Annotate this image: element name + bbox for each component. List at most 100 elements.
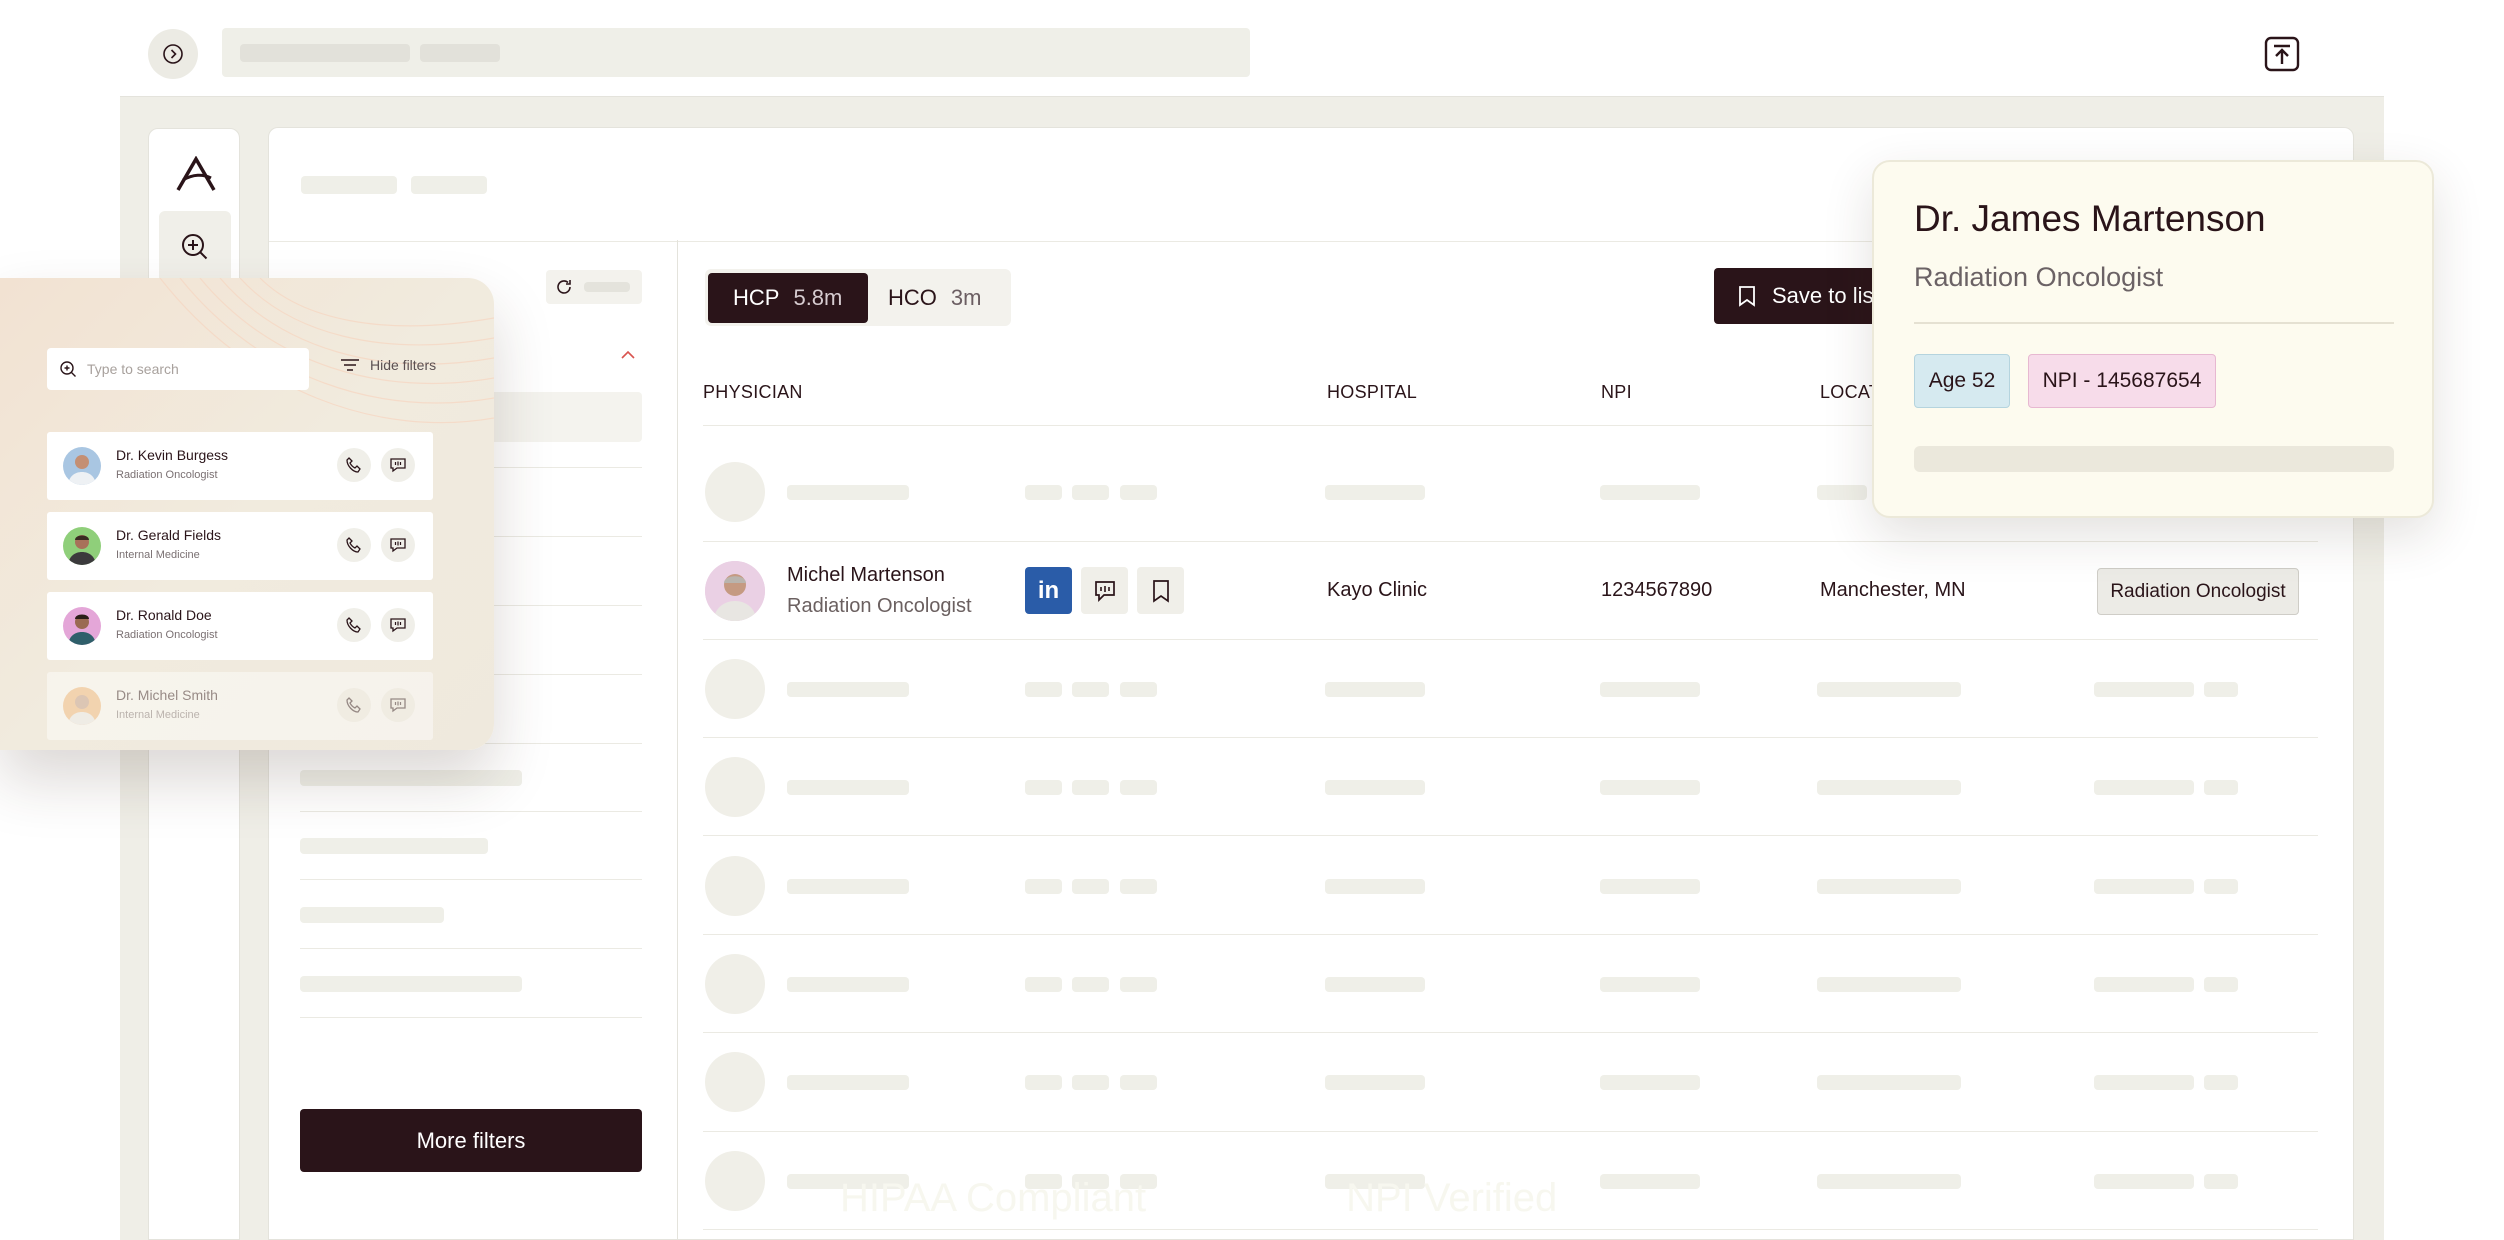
message-button[interactable] — [1081, 567, 1128, 614]
address-skeleton — [240, 44, 410, 62]
physician-specialty: Radiation Oncologist — [787, 595, 972, 617]
person-portrait-icon — [705, 561, 765, 621]
phone-icon — [346, 617, 361, 633]
chevron-up-icon[interactable] — [620, 350, 636, 360]
row-divider — [703, 737, 2318, 738]
bookmark-icon — [1152, 579, 1169, 603]
profile-divider — [1914, 322, 2394, 324]
avatar-skeleton — [705, 462, 765, 522]
skeleton — [1120, 485, 1157, 500]
filter-divider — [300, 1017, 642, 1018]
bookmark-icon — [1739, 286, 1755, 307]
call-button[interactable] — [337, 688, 371, 722]
skeleton — [1120, 879, 1157, 894]
hipaa-watermark: HIPAA Compliant — [840, 1176, 1147, 1220]
skeleton — [2204, 682, 2238, 697]
skeleton — [1325, 879, 1425, 894]
skeleton — [2204, 1174, 2238, 1189]
tab-hco-label: HCO — [888, 285, 937, 310]
message-button[interactable] — [381, 448, 415, 482]
skeleton — [2094, 977, 2194, 992]
skeleton — [1120, 1075, 1157, 1090]
search-placeholder: Type to search — [87, 361, 179, 377]
search-input[interactable]: Type to search — [47, 348, 309, 390]
skeleton — [1600, 977, 1700, 992]
doctor-list-item[interactable]: Dr. Kevin Burgess Radiation Oncologist — [47, 432, 433, 500]
row-divider — [703, 541, 2318, 542]
call-button[interactable] — [337, 528, 371, 562]
filter-lines-icon — [341, 359, 359, 371]
skeleton — [1817, 485, 1867, 500]
skeleton — [1600, 682, 1700, 697]
skeleton — [1072, 977, 1109, 992]
tab-hco[interactable]: HCO 3m — [872, 273, 1008, 323]
skeleton — [1025, 1075, 1062, 1090]
search-plus-icon — [182, 234, 208, 260]
skeleton — [787, 977, 909, 992]
skeleton — [1325, 485, 1425, 500]
skeleton — [1072, 485, 1109, 500]
skeleton — [2204, 780, 2238, 795]
avatar — [63, 447, 101, 485]
save-to-list-button[interactable]: Save to lis — [1714, 268, 1894, 324]
nav-search-button[interactable] — [159, 211, 231, 283]
call-button[interactable] — [337, 608, 371, 642]
avatar — [63, 527, 101, 565]
chat-icon — [390, 458, 406, 473]
doctor-name: Dr. Ronald Doe — [116, 607, 212, 623]
age-badge: Age 52 — [1914, 354, 2010, 408]
message-button[interactable] — [381, 528, 415, 562]
skeleton — [2204, 977, 2238, 992]
skeleton — [1600, 485, 1700, 500]
skeleton — [787, 682, 909, 697]
skeleton — [1120, 682, 1157, 697]
skeleton — [1325, 1075, 1425, 1090]
doctor-specialty: Radiation Oncologist — [116, 629, 218, 641]
physician-avatar[interactable] — [705, 561, 765, 621]
back-button[interactable] — [148, 29, 198, 79]
avatar-skeleton — [705, 659, 765, 719]
filter-skeleton — [300, 907, 444, 923]
chat-icon — [390, 618, 406, 633]
linkedin-button[interactable]: in — [1025, 567, 1072, 614]
profile-skeleton-bar — [1914, 446, 2394, 472]
doctor-list-item[interactable]: Dr. Ronald Doe Radiation Oncologist — [47, 592, 433, 660]
skeleton — [1025, 977, 1062, 992]
message-button[interactable] — [381, 608, 415, 642]
cell-npi: 1234567890 — [1601, 579, 1713, 601]
npi-badge: NPI - 145687654 — [2028, 354, 2216, 408]
skeleton — [1120, 977, 1157, 992]
physician-name[interactable]: Michel Martenson — [787, 564, 945, 587]
skeleton — [1072, 1075, 1109, 1090]
chat-icon — [390, 698, 406, 713]
address-skeleton — [420, 44, 500, 62]
message-button[interactable] — [381, 688, 415, 722]
row-divider — [703, 1229, 2318, 1230]
save-label: Save to lis — [1772, 283, 1874, 308]
filter-divider — [300, 879, 642, 880]
skeleton — [2094, 780, 2194, 795]
skeleton — [2204, 879, 2238, 894]
cell-location: Manchester, MN — [1820, 579, 1966, 601]
header-physician[interactable]: PHYSICIAN — [703, 382, 803, 403]
filter-divider — [300, 811, 642, 812]
more-filters-button[interactable]: More filters — [300, 1109, 642, 1172]
doctor-list-item[interactable]: Dr. Gerald Fields Internal Medicine — [47, 512, 433, 580]
tab-hcp[interactable]: HCP 5.8m — [708, 273, 868, 323]
logo-icon — [176, 156, 216, 191]
header-npi[interactable]: NPI — [1601, 382, 1632, 403]
hide-filters-button[interactable]: Hide filters — [340, 357, 436, 373]
skeleton — [1072, 879, 1109, 894]
refresh-icon — [557, 280, 571, 294]
header-hospital[interactable]: HOSPITAL — [1327, 382, 1417, 403]
doctor-list-item[interactable]: Dr. Michel Smith Internal Medicine — [47, 672, 433, 740]
address-bar[interactable] — [222, 28, 1250, 77]
reset-filters-button[interactable] — [546, 270, 642, 304]
skeleton — [1025, 682, 1062, 697]
skeleton — [1325, 977, 1425, 992]
row-divider — [703, 835, 2318, 836]
doctor-specialty: Radiation Oncologist — [116, 469, 218, 481]
bookmark-button[interactable] — [1137, 567, 1184, 614]
share-button[interactable] — [2262, 34, 2302, 74]
call-button[interactable] — [337, 448, 371, 482]
